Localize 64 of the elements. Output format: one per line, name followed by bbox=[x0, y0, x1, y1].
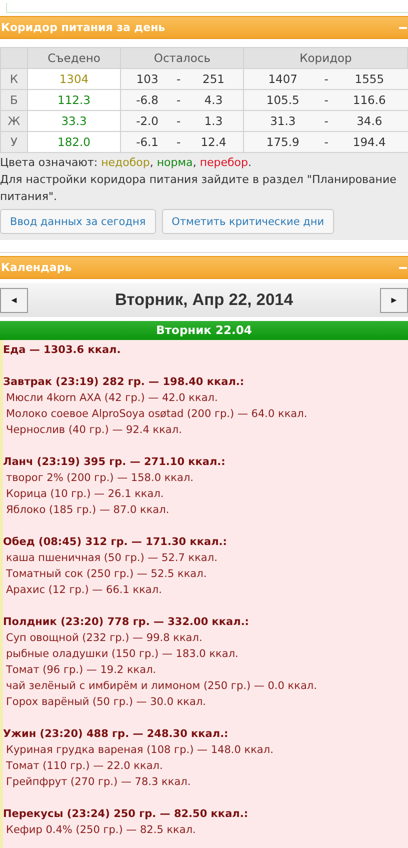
table-cell: 33.3 bbox=[28, 110, 120, 132]
meal-title: Завтрак (23:19) 282 гр. — 198.40 ккал.: bbox=[3, 375, 246, 390]
minimize-icon[interactable] bbox=[399, 266, 407, 268]
table-cell: -6.8 bbox=[120, 90, 174, 110]
column-header: Съедено bbox=[28, 48, 120, 68]
table-cell: 103 bbox=[120, 68, 174, 90]
food-item: Кефир 0.4% (250 гр.) — 82.5 ккал. bbox=[5, 823, 197, 838]
column-header: Коридор bbox=[244, 48, 408, 68]
table-cell: 34.6 bbox=[331, 110, 408, 132]
table-cell: 116.6 bbox=[331, 90, 408, 110]
minimize-icon[interactable] bbox=[399, 26, 407, 28]
day-bar: Вторник 22.04 bbox=[0, 321, 408, 340]
table-cell: - bbox=[321, 68, 332, 90]
food-item: Арахис (12 гр.) — 66.1 ккал. bbox=[5, 583, 163, 598]
meal-title: Обед (08:45) 312 гр. — 171.30 ккал.: bbox=[3, 535, 228, 550]
meal-title: Перекусы (23:24) 250 гр. — 82.50 ккал.: bbox=[3, 807, 250, 822]
column-header: Осталось bbox=[120, 48, 244, 68]
table-cell: -6.1 bbox=[120, 132, 174, 152]
food-item: Мюсли 4korn AXA (42 гр.) — 42.0 ккал. bbox=[5, 391, 219, 406]
food-item: Куриная грудка вареная (108 гр.) — 148.0 ккал. bbox=[5, 743, 274, 758]
food-item: Томатный сок (250 гр.) — 52.5 ккал. bbox=[5, 567, 208, 582]
table-cell: - bbox=[321, 110, 332, 132]
food-item: Корица (10 гр.) — 26.1 ккал. bbox=[5, 487, 165, 502]
food-item: Томат (110 гр.) — 22.0 ккал. bbox=[5, 759, 164, 774]
table-cell: 1.3 bbox=[184, 110, 244, 132]
total-text: Еда — 1303.6 ккал. bbox=[3, 343, 122, 358]
hint-text: Для настройки коридора питания зайдите в раздел "Планирование питания". bbox=[0, 171, 408, 207]
table-cell: 1407 bbox=[244, 68, 322, 90]
table-cell: 251 bbox=[184, 68, 244, 90]
table-cell: 182.0 bbox=[28, 132, 120, 152]
table-cell: -2.0 bbox=[120, 110, 174, 132]
food-item: рыбные оладушки (150 гр.) — 183.0 ккал. bbox=[5, 647, 240, 662]
next-button[interactable]: ► bbox=[380, 288, 408, 312]
table-cell: - bbox=[321, 90, 332, 110]
table-cell: 175.9 bbox=[244, 132, 322, 152]
meal-title: Ужин (23:20) 488 гр. — 248.30 ккал.: bbox=[3, 727, 230, 742]
food-item: Томат (96 гр.) — 19.2 ккал. bbox=[5, 663, 158, 678]
food-item: Чернослив (40 гр.) — 92.4 ккал. bbox=[5, 423, 183, 438]
table-cell: 105.5 bbox=[244, 90, 322, 110]
food-item: чай зелёный с имбирём и лимоном (250 гр.) — 0.0 ккал. bbox=[5, 679, 318, 694]
table-cell: 31.3 bbox=[244, 110, 322, 132]
meal-title: Полдник (23:20) 778 гр. — 332.00 ккал.: bbox=[3, 615, 250, 630]
table-cell: 12.4 bbox=[184, 132, 244, 152]
action-button[interactable]: Отметить критические дни bbox=[162, 209, 334, 234]
panel-title: Календарь bbox=[0, 261, 72, 274]
table-cell: - bbox=[321, 132, 332, 152]
previous-button[interactable]: ◄ bbox=[0, 288, 28, 312]
food-item: Молоко соевое AlproSoya osøtad (200 гр.) — 64.0 ккал. bbox=[5, 407, 308, 422]
food-item: Горох варёный (50 гр.) — 30.0 ккал. bbox=[5, 695, 208, 710]
date-title: Вторник, Апр 22, 2014 bbox=[114, 290, 294, 310]
food-item: творог 2% (200 гр.) — 158.0 ккал. bbox=[5, 471, 194, 486]
food-item: Яблоко (185 гр.) — 87.0 ккал. bbox=[5, 503, 170, 518]
panel-title: Коридор питания за день bbox=[0, 21, 166, 34]
table-cell: 1555 bbox=[331, 68, 408, 90]
table-cell: 4.3 bbox=[184, 90, 244, 110]
food-item: Суп овощной (232 гр.) — 99.8 ккал. bbox=[5, 631, 204, 646]
food-item: каша пшеничная (50 гр.) — 52.7 ккал. bbox=[5, 551, 218, 566]
table-cell: 1304 bbox=[28, 68, 120, 90]
legend-text: Цвета означают: недобор, норма, перебор. bbox=[0, 153, 408, 171]
meal-title: Ланч (23:19) 395 гр. — 271.10 ккал.: bbox=[3, 455, 226, 470]
table-cell: 112.3 bbox=[28, 90, 120, 110]
food-item: Грейпфрут (270 гр.) — 78.3 ккал. bbox=[5, 775, 192, 790]
table-cell: 194.4 bbox=[331, 132, 408, 152]
action-button[interactable]: Ввод данных за сегодня bbox=[0, 209, 156, 234]
